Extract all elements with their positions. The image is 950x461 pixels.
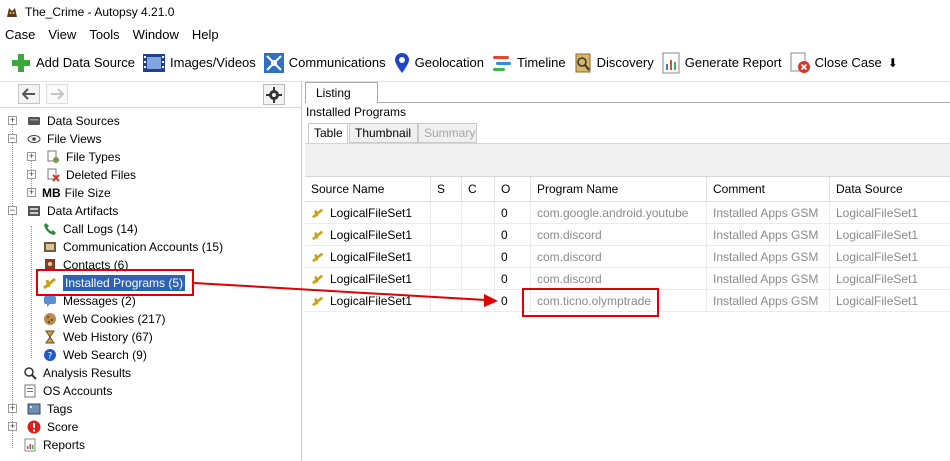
annotation-arrow (193, 282, 498, 307)
